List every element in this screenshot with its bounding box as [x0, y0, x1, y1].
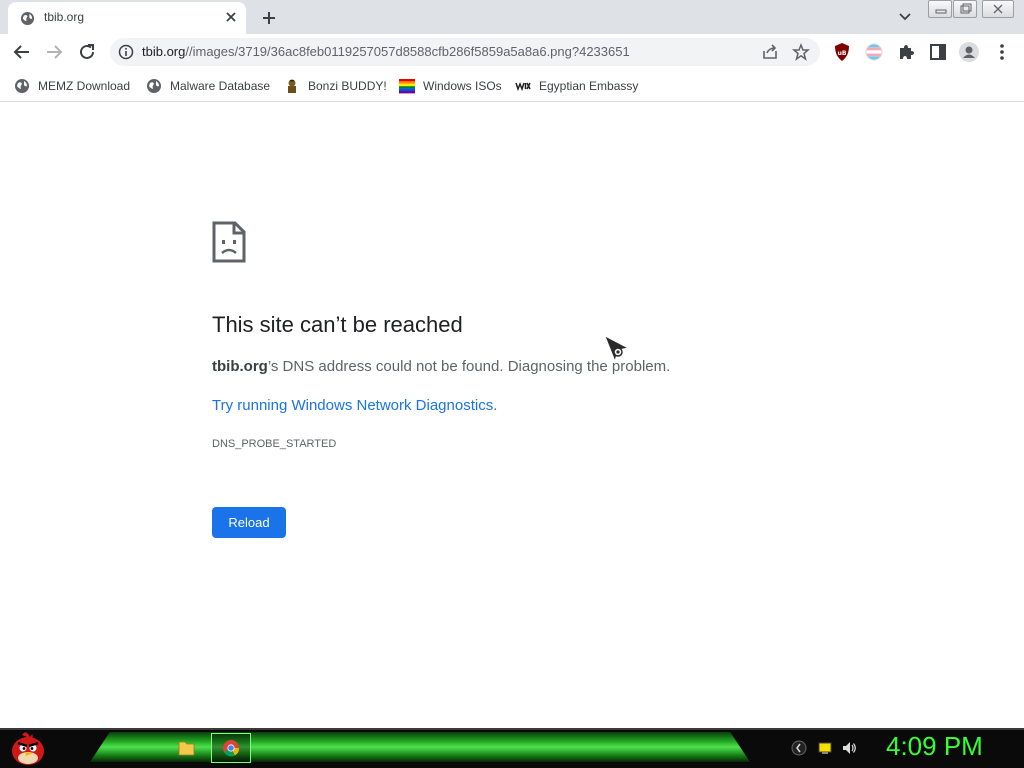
taskbar-chrome[interactable]	[211, 733, 251, 763]
svg-text:uB: uB	[838, 50, 847, 57]
close-window-icon	[993, 4, 1003, 14]
bonzi-icon	[288, 79, 296, 93]
bookmark-label: Egyptian Embassy	[539, 79, 639, 93]
new-tab-icon[interactable]	[258, 7, 280, 29]
site-info-icon[interactable]	[118, 44, 134, 60]
address-bar[interactable]: tbib.org//images/3719/36ac8feb0119257057…	[110, 38, 820, 66]
close-tab-icon[interactable]	[222, 8, 240, 26]
restore-icon	[960, 3, 972, 14]
network-diagnostics-link[interactable]: Try running Windows Network Diagnostics	[212, 397, 493, 414]
chrome-icon	[223, 740, 240, 757]
browser-tab[interactable]: tbib.org	[8, 2, 246, 34]
volume-icon[interactable]	[841, 740, 857, 756]
extensions-puzzle-icon[interactable]	[896, 42, 916, 62]
tab-title: tbib.org	[44, 10, 85, 24]
toolbar: tbib.org//images/3719/36ac8feb0119257057…	[0, 34, 1024, 70]
folder-icon	[178, 741, 195, 756]
url-path: //images/3719/36ac8feb0119257057d8588cfb…	[185, 44, 630, 59]
trans-flag-extension-icon[interactable]	[864, 42, 884, 62]
taskbar-top-border	[0, 728, 1024, 730]
bookmark-label: Malware Database	[170, 79, 271, 93]
bookmarks-bar: MEMZ Download Malware Database Bonzi BUD…	[0, 70, 1024, 102]
restore-button[interactable]	[953, 0, 977, 18]
error-page: This site can’t be reached tbib.org’s DN…	[0, 103, 1024, 728]
sad-document-icon	[212, 221, 246, 263]
chevron-down-icon[interactable]	[896, 9, 914, 25]
error-headline: This site can’t be reached	[212, 312, 463, 337]
side-panel-icon[interactable]	[928, 42, 948, 62]
minimize-icon	[935, 9, 947, 14]
taskbar-file-explorer[interactable]	[166, 733, 206, 763]
minimize-button[interactable]	[928, 0, 952, 18]
globe-icon	[20, 11, 35, 26]
refresh-icon[interactable]	[75, 40, 99, 64]
bookmark-star-icon[interactable]	[792, 43, 810, 61]
suggestion-period: .	[493, 397, 498, 414]
bookmark-memz-download[interactable]: MEMZ Download	[14, 76, 130, 96]
ublock-icon[interactable]: uB	[832, 42, 852, 62]
globe-icon	[15, 79, 29, 93]
url-text[interactable]: tbib.org//images/3719/36ac8feb0119257057…	[142, 44, 630, 59]
tray-notification-icon[interactable]	[817, 740, 833, 756]
back-icon[interactable]	[10, 40, 34, 64]
network-diagnostics-suggestion: Try running Windows Network Diagnostics.	[212, 397, 497, 414]
bookmark-windows-isos[interactable]: Windows ISOs	[399, 76, 502, 96]
reload-button[interactable]: Reload	[212, 507, 286, 538]
globe-icon	[147, 79, 161, 93]
taskbar-clock[interactable]: 4:09 PM	[886, 731, 983, 762]
forward-icon[interactable]	[42, 40, 66, 64]
share-icon[interactable]	[761, 43, 779, 61]
url-host: tbib.org	[142, 44, 186, 59]
bookmark-label: Windows ISOs	[423, 79, 502, 93]
bookmark-malware-database[interactable]: Malware Database	[146, 76, 270, 96]
mouse-cursor-icon	[604, 335, 630, 363]
start-button-angry-bird-icon[interactable]	[8, 729, 48, 767]
taskbar: 4:09 PM	[0, 728, 1024, 768]
bookmark-bonzi-buddy[interactable]: Bonzi BUDDY!	[284, 76, 387, 96]
wix-icon	[515, 81, 531, 92]
kebab-menu-icon[interactable]	[992, 42, 1012, 62]
error-host: tbib.org	[212, 358, 268, 375]
tab-strip: tbib.org	[0, 0, 1024, 34]
bookmark-label: MEMZ Download	[38, 79, 131, 93]
bookmark-label: Bonzi BUDDY!	[308, 79, 387, 93]
profile-avatar-icon[interactable]	[959, 42, 979, 62]
rainbow-flag-icon	[399, 79, 415, 94]
close-window-button[interactable]	[982, 0, 1014, 18]
tray-app-icon[interactable]	[791, 740, 807, 756]
bookmark-egyptian-embassy[interactable]: Egyptian Embassy	[515, 76, 638, 96]
error-code: DNS_PROBE_STARTED	[212, 438, 337, 450]
error-summary: tbib.org’s DNS address could not be foun…	[212, 358, 670, 375]
